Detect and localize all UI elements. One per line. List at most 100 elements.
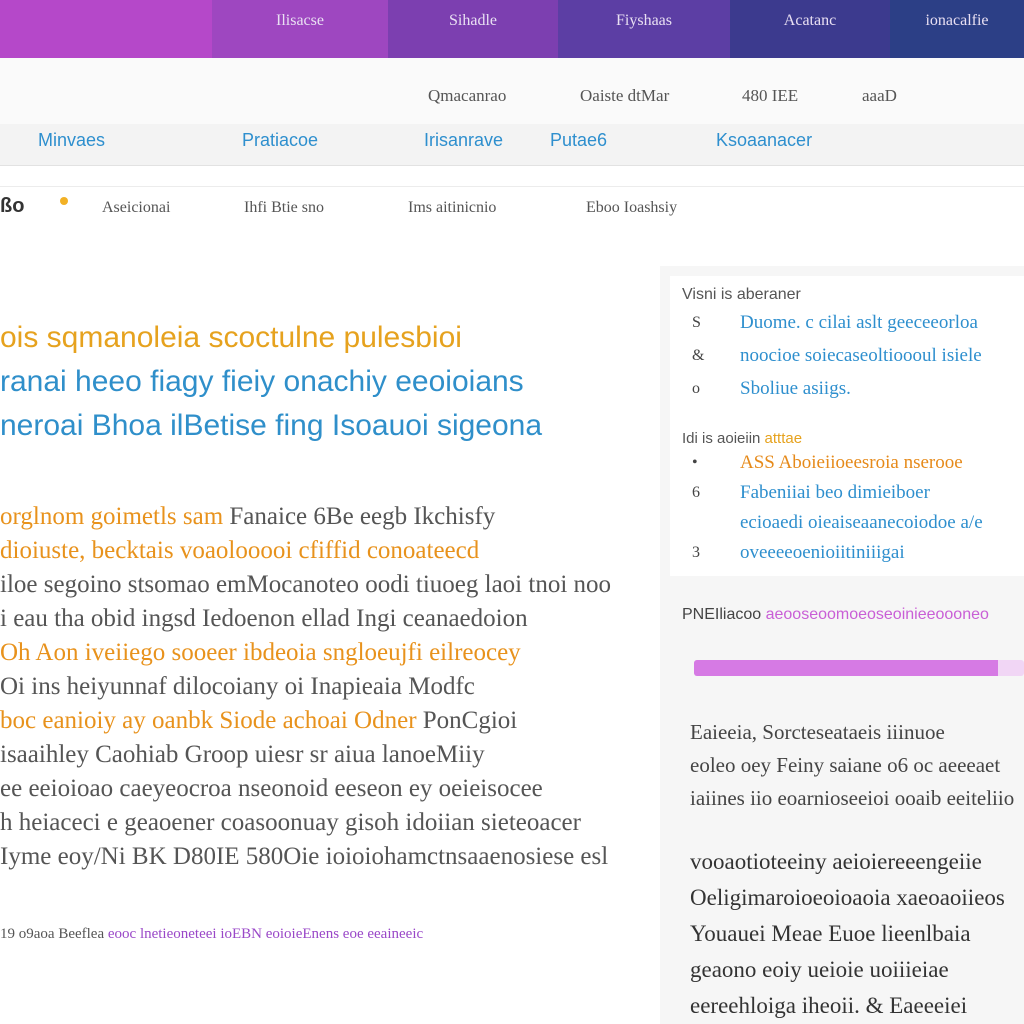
body-text: ee eeioioao caeyeocroa nseonoid eeseon e… — [0, 775, 543, 802]
subnav-item-1[interactable]: Ihfi Btie sno — [244, 199, 324, 217]
list-bullet: 3 — [692, 544, 700, 561]
body-text: iloe segoino stsomao emMocanoteo oodi ti… — [0, 571, 612, 598]
utility-link-3[interactable]: aaaD — [862, 86, 897, 106]
headline-line: ranai heeo fiagy fieiy onachiy eeoioians — [0, 365, 524, 398]
sidebar-text-line: geaono eoiy ueioie uoiiieiae — [690, 957, 949, 982]
main-nav: Minvaes Pratiacoe Irisanrave Putae6 Ksoa… — [0, 124, 1024, 166]
sidebar-text-line: eoleo oey Feiny saiane o6 oc aeeeaet — [690, 753, 1001, 777]
sidebar-link[interactable]: 6 Fabeniiai beo dimieiboer — [682, 478, 1022, 508]
top-tab-3[interactable]: Fiyshaas — [558, 0, 730, 58]
highlight-text: orglnom goimetls sam — [0, 503, 224, 530]
article-paragraph-line: iloe segoino stsomao emMocanoteo oodi ti… — [0, 568, 650, 602]
progress-accent: aeooseoomoeoseoinieeoooneo — [765, 606, 989, 623]
article-paragraph-line: isaaihley Caohiab Groop uiesr sr aiua la… — [0, 738, 650, 772]
progress-bar — [694, 660, 1024, 676]
nav-item-3[interactable]: Putae6 — [550, 130, 607, 151]
sidebar-text-line: eereehloiga iheoii. & Eaeeeiei — [690, 993, 968, 1018]
body-text: i eau tha obid ingsd Iedoenon ellad Ingi… — [0, 605, 528, 632]
sidebar-text-line: Oeligimaroioeoioaoia xaeoaoiieos — [690, 885, 1005, 910]
nav-item-1[interactable]: Pratiacoe — [242, 130, 318, 151]
nav-item-4[interactable]: Ksoaanacer — [716, 130, 812, 151]
body-text: Oi ins heiyunnaf dilocoiany oi Inapieaia… — [0, 673, 475, 700]
sidebar-list: S Duome. c cilai aslt geeceeorloa & noocioe… — [682, 306, 1022, 405]
article-footer: 19 o9aoa Beeflea eooc lnetieoneteei ioEB… — [0, 926, 423, 943]
sidebar-link-label: Duome. c cilai aslt geeceeorloa — [740, 312, 978, 333]
sidebar-text-line: Youauei Meae Euoe lieenlbaia — [690, 921, 971, 946]
progress-fill — [694, 660, 998, 676]
body-text: h heiaceci e geaoener coasoonuay gisoh i… — [0, 809, 581, 836]
sidebar-link-label: noocioe soiecaseoltioooul isiele — [740, 345, 982, 366]
sidebar-text-line: Eaieeia, Sorcteseataeis iiinuoe — [690, 720, 945, 744]
sidebar-link-label: oveeeeoenioiitiniiigai — [740, 542, 905, 563]
sidebar-text-line: iaiines iio eoarnioseeioi ooaib eeitelii… — [690, 786, 1015, 810]
article-headline: ois sqmanoleia scoctulne pulesbioi ranai… — [0, 316, 650, 448]
sidebar-link[interactable]: o Sboliue asiigs. — [682, 372, 1022, 405]
subnav-item-2[interactable]: Ims aitinicnio — [408, 199, 496, 217]
sidebar-link[interactable]: ecioaedi oieaiseaanecoiodoe a/e — [682, 508, 1022, 538]
sidebar-link[interactable]: 3 oveeeeoenioiitiniiigai — [682, 538, 1022, 568]
utility-bar: Qmacanrao Oaiste dtMar 480 IEE aaaD — [0, 58, 1024, 124]
list-bullet: & — [692, 347, 705, 364]
sidebar-link-label: Fabeniiai beo dimieiboer — [740, 482, 930, 503]
body-text: Iyme eoy/Ni BK D80IE 580Oie ioioiohamctn… — [0, 843, 609, 870]
sidebar-link[interactable]: • ASS Aboieiioeesroia nserooe — [682, 448, 1022, 478]
sidebar-link-label: ASS Aboieiioeesroia nserooe — [740, 452, 963, 473]
article-panel: ois sqmanoleia scoctulne pulesbioi ranai… — [0, 250, 660, 980]
top-tab-4[interactable]: Acatanc — [730, 0, 890, 58]
utility-link-2[interactable]: 480 IEE — [742, 86, 798, 106]
sidebar-title: Visni is aberaner — [682, 286, 801, 303]
body-text: isaaihley Caohiab Groop uiesr sr aiua la… — [0, 741, 485, 768]
sidebar: Visni is aberaner S Duome. c cilai aslt g… — [660, 266, 1024, 1024]
footer-link[interactable]: eooc lnetieoneteei ioEBN eoioieEnens eoe… — [104, 926, 423, 942]
nav-item-2[interactable]: Irisanrave — [424, 130, 503, 151]
notification-dot — [60, 197, 68, 205]
top-tab-1[interactable]: Ilisacse — [212, 0, 388, 58]
article-paragraph-line: orglnom goimetls sam Fanaice 6Be eegb Ik… — [0, 500, 650, 534]
site-logo[interactable]: ßo — [0, 195, 24, 218]
list-bullet: • — [692, 454, 698, 471]
article-body: orglnom goimetls sam Fanaice 6Be eegb Ik… — [0, 500, 650, 874]
article-paragraph-line: h heiaceci e geaoener coasoonuay gisoh i… — [0, 806, 650, 840]
utility-link-1[interactable]: Oaiste dtMar — [580, 86, 669, 106]
sidebar-link-label: Sboliue asiigs. — [740, 378, 851, 399]
progress-section: PNEIliacoo aeooseoomoeoseoinieeoooneo — [682, 606, 1024, 686]
subnav-item-0[interactable]: Aseicionai — [102, 199, 170, 217]
sidebar-text-line: vooaotioteeiny aeioiereeengeiie — [690, 849, 982, 874]
highlight-text: dioiuste, becktais voaolooooi cfiffid co… — [0, 537, 480, 564]
sidebar-link[interactable]: S Duome. c cilai aslt geeceeorloa — [682, 306, 1022, 339]
subheading-accent: atttae — [764, 430, 803, 447]
body-text: Fanaice 6Be eegb Ikchisfy — [223, 503, 496, 530]
article-paragraph-line: ee eeioioao caeyeocroa nseonoid eeseon e… — [0, 772, 650, 806]
list-bullet: S — [692, 314, 701, 331]
utility-link-0[interactable]: Qmacanrao — [428, 86, 506, 106]
article-paragraph-line: i eau tha obid ingsd Iedoenon ellad Ingi… — [0, 602, 650, 636]
top-tab-2[interactable]: Sihadle — [388, 0, 558, 58]
headline-line: neroai Bhoa ilBetise fing Isoauoi sigeon… — [0, 409, 543, 442]
article-paragraph-line: Iyme eoy/Ni BK D80IE 580Oie ioioiohamctn… — [0, 840, 650, 874]
list-bullet: 6 — [692, 484, 700, 501]
progress-header: PNEIliacoo aeooseoomoeoseoinieeoooneo — [682, 606, 1024, 624]
headline-line: ois sqmanoleia scoctulne pulesbioi — [0, 321, 462, 354]
subnav-item-3[interactable]: Eboo Ioashsiy — [586, 199, 677, 217]
top-tab-bar: Ilisacse Sihadle Fiyshaas Acatanc ionaca… — [0, 0, 1024, 58]
nav-item-0[interactable]: Minvaes — [38, 130, 105, 151]
secondary-nav: ßo Aseicionai Ihfi Btie sno Ims aitinicn… — [0, 186, 1024, 226]
highlight-text: boc eanioiy ay oanbk Siode achoai Odner — [0, 707, 417, 734]
footer-text: 19 o9aoa Beeflea — [0, 926, 105, 942]
sidebar-list-secondary: • ASS Aboieiioeesroia nserooe 6 Fabeniiai b… — [682, 448, 1022, 568]
sidebar-text-block: Eaieeia, Sorcteseataeis iiinuoe eoleo oey… — [690, 716, 1024, 815]
highlight-text: Oh Aon iveiiego sooeer ibdeoia sngloeujf… — [0, 639, 521, 666]
body-text: PonCgioi — [416, 707, 518, 734]
article-paragraph-line: Oi ins heiyunnaf dilocoiany oi Inapieaia… — [0, 670, 650, 704]
subheading-text: Idi is aoieiin — [682, 430, 765, 447]
top-tab-0[interactable] — [0, 0, 212, 58]
article-paragraph-line: dioiuste, becktais voaolooooi cfiffid co… — [0, 534, 650, 568]
list-bullet: o — [692, 380, 700, 397]
top-tab-5[interactable]: ionacalfie — [890, 0, 1024, 58]
sidebar-link[interactable]: & noocioe soiecaseoltioooul isiele — [682, 339, 1022, 372]
sidebar-link-label: ecioaedi oieaiseaanecoiodoe a/e — [740, 512, 983, 533]
article-paragraph-line: boc eanioiy ay oanbk Siode achoai Odner … — [0, 704, 650, 738]
sidebar-text-block-secondary: vooaotioteeiny aeioiereeengeiie Oeligimar… — [690, 844, 1024, 1024]
article-paragraph-line: Oh Aon iveiiego sooeer ibdeoia sngloeujf… — [0, 636, 650, 670]
sidebar-subheading: Idi is aoieiin atttae — [682, 430, 802, 447]
